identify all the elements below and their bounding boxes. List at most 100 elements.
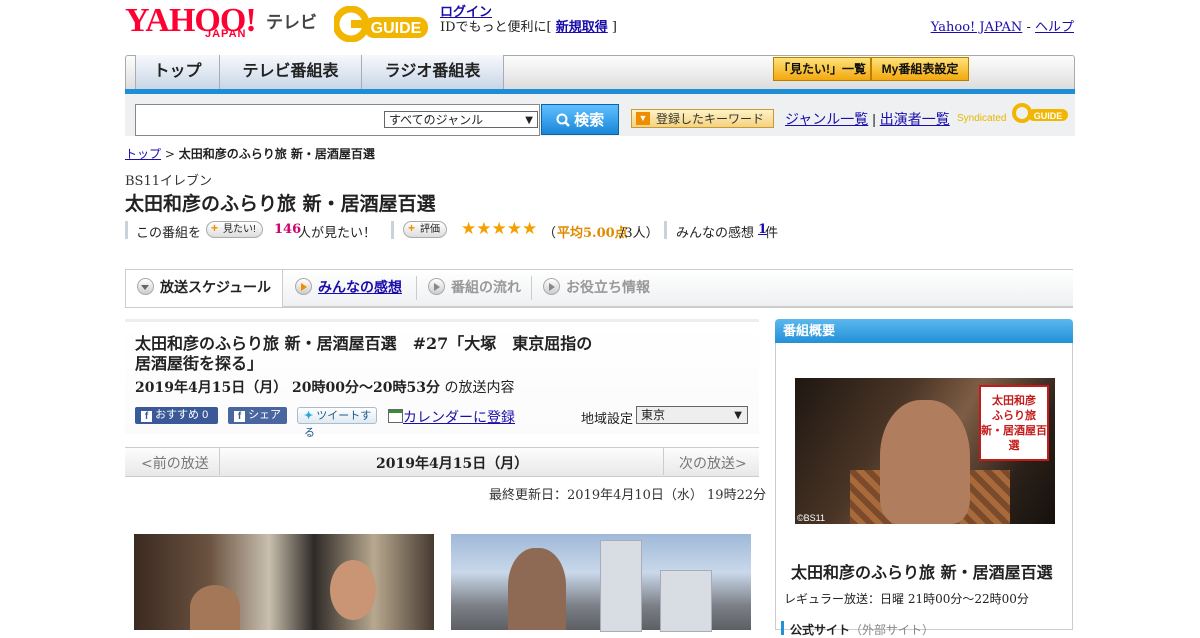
episode-title: 太田和彦のふらり旅 新・居酒屋百選 #27「大塚 東京屈指の居酒屋街を探る」 — [135, 334, 593, 373]
episode-date-suffix: の放送内容 — [440, 380, 515, 396]
yahoo-japan-link[interactable]: Yahoo! JAPAN — [931, 20, 1023, 35]
program-overview-header: 番組概要 — [775, 319, 1073, 343]
syndicated-label: Syndicated — [957, 113, 1007, 124]
episode-photo-2-building — [660, 570, 712, 632]
dropdown-arrow-icon: ▼ — [734, 410, 742, 421]
gguide-logo[interactable]: GUIDE — [332, 5, 434, 43]
rating-open-paren: （ — [543, 226, 557, 241]
play-arrow-icon — [543, 278, 560, 295]
episode-photo-1 — [134, 534, 434, 630]
help-link[interactable]: ヘルプ — [1035, 20, 1074, 35]
performer-list-link[interactable]: 出演者一覧 — [880, 111, 950, 127]
breadcrumb-current: 太田和彦のふらり旅 新・居酒屋百選 — [178, 147, 375, 161]
login-link[interactable]: ログイン — [440, 5, 492, 20]
rating-users: /3人） — [620, 226, 659, 241]
program-seal-logo: 太田和彦 ふらり旅 新・居酒屋百選 — [979, 385, 1049, 461]
official-site-label: 公式サイト — [790, 623, 851, 637]
episode-airtime: 2019年4月15日（月） 20時00分～20時53分 の放送内容 — [135, 377, 514, 397]
divider — [531, 276, 532, 300]
divider — [416, 276, 417, 300]
episode-date: 2019年4月15日（月） 20時00分～20時53分 — [135, 380, 440, 396]
genre-select[interactable]: すべてのジャンル ▼ — [384, 111, 538, 128]
calendar-register-link[interactable]: カレンダーに登録 — [403, 410, 515, 426]
svg-text:GUIDE: GUIDE — [371, 20, 422, 37]
top-links: Yahoo! JAPAN - ヘルプ — [930, 20, 1074, 35]
want-prefix: この番組を — [136, 226, 202, 241]
want-list-button[interactable]: 「見たい!」一覧 — [773, 57, 871, 81]
episode-photo-1-person — [190, 585, 240, 630]
official-site-heading[interactable]: 公式サイト（外部サイト） — [781, 621, 935, 637]
previous-broadcast-link[interactable]: <前の放送 — [141, 453, 209, 473]
twitter-bird-icon: ✦ — [304, 410, 314, 422]
my-schedule-settings-button[interactable]: My番組表設定 — [871, 57, 969, 81]
dropdown-arrow-icon: ▼ — [525, 115, 533, 126]
tab-useful-info[interactable]: お役立ち情報 — [543, 270, 650, 304]
play-arrow-icon — [295, 278, 312, 295]
tab-program-flow[interactable]: 番組の流れ — [428, 270, 521, 304]
current-broadcast-date: 2019年4月15日（月） — [376, 456, 529, 472]
search-icon — [556, 113, 570, 127]
episode-photo-2-person — [508, 548, 566, 630]
tab-label: 放送スケジュール — [159, 279, 272, 295]
program-stats-row: この番組を 見たい! 146 人が見たい！ 評価 ★★★★★ （ 平均5.00点… — [125, 219, 825, 241]
tv-logo-text[interactable]: テレビ — [266, 8, 317, 33]
registered-keywords-button[interactable]: ▼ 登録したキーワード — [631, 109, 774, 128]
facebook-share-label: シェア — [248, 409, 282, 421]
syndicated-gguide-logo: GUIDE — [1012, 102, 1068, 124]
episode-photo-1-person — [330, 560, 376, 620]
facebook-recommend-button[interactable]: f おすすめ 0 — [135, 407, 218, 424]
nav-tab-radio-schedule[interactable]: ラジオ番組表 — [361, 55, 504, 89]
rating-stars: ★★★★★ — [461, 219, 538, 239]
tab-label: 番組の流れ — [451, 279, 521, 295]
region-select[interactable]: 東京 ▼ — [636, 406, 748, 424]
last-updated: 最終更新日：2019年4月10日（水） 19時22分 — [489, 488, 767, 503]
divider — [664, 221, 667, 239]
svg-text:GUIDE: GUIDE — [1034, 111, 1063, 121]
tweet-button[interactable]: ✦ ツイートする — [297, 407, 377, 439]
facebook-recommend-label: おすすめ 0 — [155, 409, 209, 421]
sidebar-program-title: 太田和彦のふらり旅 新・居酒屋百選 — [791, 563, 1053, 582]
search-button-label: 検索 — [574, 112, 605, 129]
breadcrumb-separator: > — [161, 147, 179, 161]
nav-tab-tv-schedule[interactable]: テレビ番組表 — [219, 55, 362, 89]
genre-list-link[interactable]: ジャンル一覧 — [785, 111, 868, 127]
rating-average: 平均5.00点 — [557, 226, 628, 241]
next-broadcast-link[interactable]: 次の放送> — [679, 453, 747, 473]
breadcrumb: トップ > 太田和彦のふらり旅 新・居酒屋百選 — [125, 145, 375, 162]
comments-suffix: 件 — [765, 226, 779, 241]
signup-link[interactable]: 新規取得 — [556, 20, 608, 35]
login-note-prefix: IDでもっと便利に[ — [440, 20, 556, 35]
want-button-label: 見たい! — [223, 224, 256, 235]
rate-button[interactable]: 評価 — [403, 221, 447, 238]
divider — [219, 448, 220, 475]
facebook-icon: f — [234, 411, 245, 422]
comments-label: みんなの感想 — [676, 226, 755, 241]
search-links: ジャンル一覧 | 出演者一覧 — [785, 111, 950, 127]
chevron-down-icon — [136, 278, 154, 295]
tab-comments[interactable]: みんなの感想 — [295, 270, 402, 304]
login-area: ログイン IDでもっと便利に[ 新規取得 ] — [440, 5, 617, 35]
registered-keywords-label: 登録したキーワード — [656, 112, 765, 126]
divider — [125, 221, 128, 239]
dropdown-arrow-icon: ▼ — [636, 112, 650, 125]
play-arrow-icon — [428, 278, 445, 295]
divider — [663, 448, 664, 475]
tweet-label: ツイートする — [304, 410, 372, 439]
channel-name: BS11イレブン — [125, 174, 213, 189]
facebook-icon: f — [141, 411, 152, 422]
tab-label: みんなの感想 — [318, 279, 402, 295]
genre-select-value: すべてのジャンル — [389, 113, 484, 127]
nav-tab-top[interactable]: トップ — [135, 55, 220, 89]
calendar-icon — [388, 409, 403, 423]
want-button[interactable]: 見たい! — [206, 221, 263, 238]
official-site-note: （外部サイト） — [850, 623, 935, 637]
facebook-share-button[interactable]: f シェア — [228, 407, 287, 424]
search-button[interactable]: 検索 — [541, 104, 619, 135]
tab-broadcast-schedule[interactable]: 放送スケジュール — [125, 270, 283, 307]
region-label: 地域設定 — [581, 412, 634, 427]
program-key-visual-person — [880, 400, 970, 524]
episode-photo-2-building — [600, 540, 642, 632]
regular-broadcast: レギュラー放送：日曜 21時00分～22時00分 — [784, 592, 1029, 606]
breadcrumb-top-link[interactable]: トップ — [125, 147, 161, 161]
login-note-suffix: ] — [607, 20, 617, 35]
